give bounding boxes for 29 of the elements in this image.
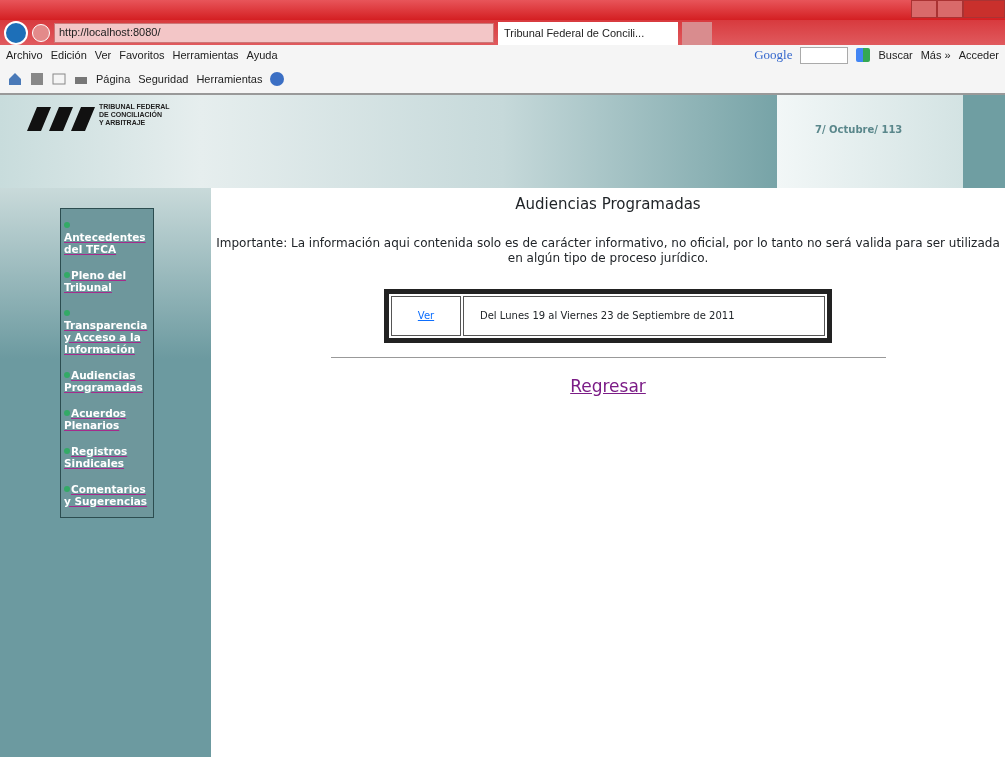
tab-title: Tribunal Federal de Concili... — [504, 26, 645, 42]
notice-text: Importante: La información aqui contenida solo es de carácter informativo, no oficial, por lo tanto no será valida para ser utilizada en algún tipo de proceso jurídico. — [215, 235, 1001, 266]
menu-item[interactable]: Herramientas — [172, 46, 239, 64]
address-bar[interactable]: http://localhost:8080/ — [54, 22, 494, 43]
forward-button[interactable] — [32, 23, 50, 42]
back-button[interactable] — [4, 20, 28, 45]
search-button[interactable]: Buscar — [878, 46, 913, 64]
menu-item[interactable]: Ayuda — [246, 46, 278, 64]
toolbar-menu[interactable]: Herramientas — [196, 70, 263, 88]
table-cell: Del Lunes 19 al Viernes 23 de Septiembre de 2011 — [463, 295, 825, 336]
view-link[interactable]: Ver — [417, 310, 435, 321]
sign-in-link[interactable]: Acceder — [958, 46, 999, 64]
page-title: Audiencias Programadas — [514, 194, 702, 215]
back-link[interactable]: Regresar — [570, 373, 646, 399]
google-icon — [856, 48, 871, 62]
google-logo: Google — [754, 46, 793, 65]
address-text: http://localhost:8080/ — [59, 25, 161, 41]
more-button[interactable]: Más » — [920, 46, 951, 64]
menu-item[interactable]: Favoritos — [119, 46, 165, 64]
browser-tab[interactable]: Tribunal Federal de Concili... — [498, 22, 678, 45]
menu-item[interactable]: Ver — [94, 46, 112, 64]
menu-item[interactable]: Edición — [50, 46, 87, 64]
toolbar-menu[interactable]: Seguridad — [138, 70, 189, 88]
date-text: 7/ Octubre/ 113 — [777, 95, 963, 188]
help-icon[interactable] — [270, 72, 285, 86]
toolbar-menu[interactable]: Página — [96, 70, 131, 88]
home-icon[interactable] — [8, 72, 22, 86]
search-field[interactable] — [800, 46, 849, 64]
menu-item[interactable]: Archivo — [6, 46, 43, 64]
